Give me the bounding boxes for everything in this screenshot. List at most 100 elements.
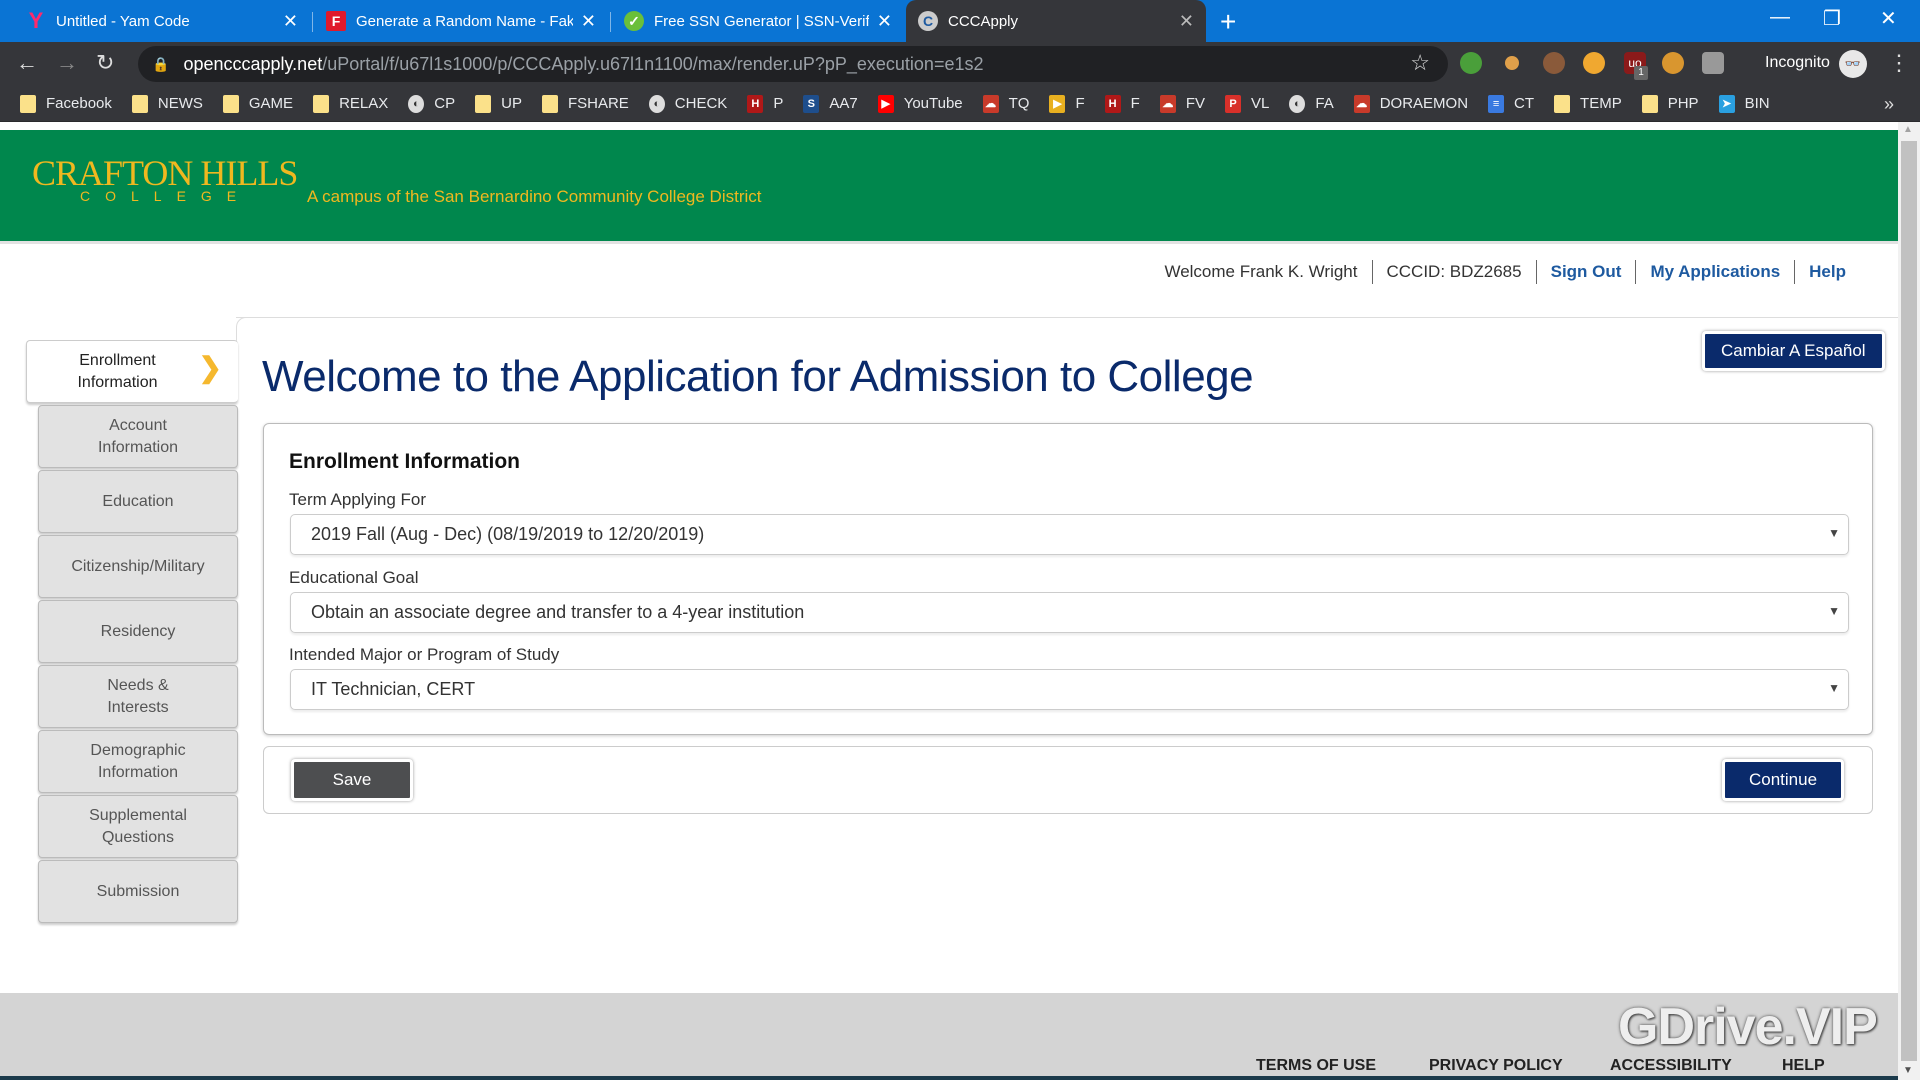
youtube-icon: ▶ (877, 94, 894, 113)
bookmark-label: F (1075, 95, 1085, 112)
scroll-down-arrow-icon[interactable]: ▼ (1903, 1065, 1913, 1076)
user-check-extension-icon[interactable] (1583, 52, 1605, 74)
bookmark-p[interactable]: HP (747, 94, 783, 113)
tab-yam-code[interactable]: Y Untitled - Yam Code ✕ (14, 0, 310, 42)
bookmark-cp[interactable]: ◐ CP (408, 94, 455, 113)
bookmark-relax[interactable]: RELAX (313, 94, 388, 113)
new-tab-button[interactable]: + (1220, 6, 1236, 38)
close-tab-icon[interactable]: ✕ (877, 11, 892, 32)
download-manager-extension-icon[interactable] (1460, 52, 1482, 74)
spanish-language-button[interactable]: Cambiar A Español (1702, 331, 1885, 371)
bookmark-php[interactable]: PHP (1641, 94, 1699, 113)
term-select[interactable]: 2019 Fall (Aug - Dec) (08/19/2019 to 12/… (290, 514, 1849, 555)
bookmark-youtube[interactable]: ▶ YouTube (877, 94, 963, 113)
educational-goal-value: Obtain an associate degree and transfer … (311, 602, 805, 622)
chevron-right-icon: ❯ (198, 352, 222, 383)
enrollment-form-card: Enrollment Information Term Applying For… (263, 423, 1873, 735)
save-button[interactable]: Save (291, 759, 413, 801)
bookmark-label: FA (1315, 95, 1334, 112)
bookmark-news[interactable]: NEWS (131, 94, 203, 113)
tab-fake-name[interactable]: F Generate a Random Name - Fake ✕ (314, 0, 608, 42)
camera-extension-icon[interactable] (1702, 52, 1724, 74)
my-applications-link[interactable]: My Applications (1635, 260, 1794, 284)
cookie-extension-icon[interactable] (1505, 56, 1519, 70)
step-education[interactable]: Education (38, 470, 238, 533)
red-logo-icon: H (1104, 94, 1121, 113)
step-account-information[interactable]: Account Information (38, 405, 238, 468)
reload-icon[interactable]: ↻ (96, 50, 114, 76)
folder-icon (131, 94, 148, 113)
privacy-policy-link[interactable]: PRIVACY POLICY (1429, 1057, 1563, 1075)
avatar-extension-icon[interactable] (1543, 52, 1565, 74)
sign-out-link[interactable]: Sign Out (1535, 260, 1636, 284)
tab-ssn-generator[interactable]: ✓ Free SSN Generator | SSN-Verify.c ✕ (612, 0, 904, 42)
doc-icon: ≡ (1488, 94, 1505, 113)
yam-code-icon: Y (28, 8, 44, 33)
watermark: GDrive.VIP (1618, 998, 1878, 1056)
back-icon[interactable]: ← (16, 50, 38, 76)
bookmark-vl[interactable]: P VL (1225, 94, 1269, 113)
forward-icon[interactable]: → (56, 50, 78, 76)
tab-cccapply[interactable]: C CCCApply ✕ (906, 0, 1206, 42)
globe-icon: ◐ (648, 94, 665, 113)
major-select[interactable]: IT Technician, CERT ▼ (290, 669, 1849, 710)
pdf-icon: P (1225, 94, 1241, 113)
help-link[interactable]: Help (1794, 260, 1860, 284)
close-tab-icon[interactable]: ✕ (1179, 11, 1194, 32)
continue-button[interactable]: Continue (1722, 759, 1844, 801)
red-logo-icon: H (747, 94, 764, 113)
tab-title: Generate a Random Name - Fake (356, 12, 573, 30)
bookmark-up[interactable]: UP (475, 94, 522, 113)
restore-icon[interactable]: ❐ (1823, 6, 1841, 31)
step-demographic-information[interactable]: Demographic Information (38, 730, 238, 793)
bookmark-label: TQ (1008, 95, 1030, 112)
bookmark-star-icon[interactable]: ☆ (1410, 50, 1430, 76)
bookmark-fshare[interactable]: FSHARE (541, 94, 629, 113)
bookmark-aa7[interactable]: S AA7 (803, 94, 858, 113)
bookmark-bin[interactable]: ➤ BIN (1718, 94, 1770, 113)
bookmark-label: BIN (1744, 95, 1770, 112)
page-scrollbar[interactable]: ▲ ▼ (1898, 122, 1920, 1080)
step-label: Needs & Interests (107, 676, 169, 716)
accessibility-link[interactable]: ACCESSIBILITY (1610, 1057, 1732, 1075)
bookmark-doraemon[interactable]: ☁ DORAEMON (1353, 94, 1468, 113)
bookmark-tq[interactable]: ☁ TQ (982, 94, 1030, 113)
bookmark-fv[interactable]: ☁ FV (1159, 94, 1205, 113)
step-supplemental-questions[interactable]: Supplemental Questions (38, 795, 238, 858)
step-submission[interactable]: Submission (38, 860, 238, 923)
user-bar: Welcome Frank K. Wright CCCID: BDZ2685 S… (1150, 260, 1860, 284)
incognito-icon[interactable]: 👓 (1839, 50, 1867, 78)
step-navigation: Enrollment Information ❯ Account Informa… (26, 340, 238, 925)
address-bar[interactable]: 🔒 opencccapply.net/uPortal/f/u67l1s1000/… (138, 46, 1448, 82)
url-host: opencccapply.net (183, 53, 323, 74)
step-needs-interests[interactable]: Needs & Interests (38, 665, 238, 728)
dropdown-arrow-icon: ▼ (1828, 604, 1840, 618)
bookmark-game[interactable]: GAME (222, 94, 293, 113)
bookmark-fa[interactable]: ◐ FA (1289, 94, 1334, 113)
minimize-icon[interactable]: — (1770, 6, 1790, 29)
bookmark-temp[interactable]: TEMP (1554, 94, 1622, 113)
bookmark-ct[interactable]: ≡ CT (1488, 94, 1534, 113)
footer-help-link[interactable]: HELP (1782, 1057, 1825, 1075)
menu-icon[interactable]: ⋮ (1888, 50, 1910, 76)
window-close-icon[interactable]: ✕ (1880, 6, 1897, 31)
close-tab-icon[interactable]: ✕ (581, 11, 596, 32)
bookmark-f[interactable]: HF (1104, 94, 1140, 113)
cookie-editor-extension-icon[interactable] (1662, 52, 1684, 74)
college-logo[interactable]: CRAFTON HILLS COLLEGE (32, 152, 298, 204)
step-label: Residency (100, 622, 176, 640)
step-citizenship-military[interactable]: Citizenship/Military (38, 535, 238, 598)
form-actions: Save Continue (263, 746, 1873, 814)
bookmark-f[interactable]: ▶ F (1049, 94, 1085, 113)
step-enrollment-information[interactable]: Enrollment Information ❯ (26, 340, 238, 403)
close-tab-icon[interactable]: ✕ (283, 11, 298, 32)
step-residency[interactable]: Residency (38, 600, 238, 663)
bookmark-check[interactable]: ◐ CHECK (648, 94, 727, 113)
bookmark-facebook[interactable]: Facebook (20, 94, 112, 113)
tab-title: Untitled - Yam Code (56, 12, 190, 30)
bookmarks-overflow-button[interactable]: » (1884, 94, 1894, 115)
scroll-up-arrow-icon[interactable]: ▲ (1903, 124, 1913, 135)
educational-goal-select[interactable]: Obtain an associate degree and transfer … (290, 592, 1849, 633)
scrollbar-thumb[interactable] (1901, 141, 1917, 1061)
terms-of-use-link[interactable]: TERMS OF USE (1256, 1057, 1376, 1075)
